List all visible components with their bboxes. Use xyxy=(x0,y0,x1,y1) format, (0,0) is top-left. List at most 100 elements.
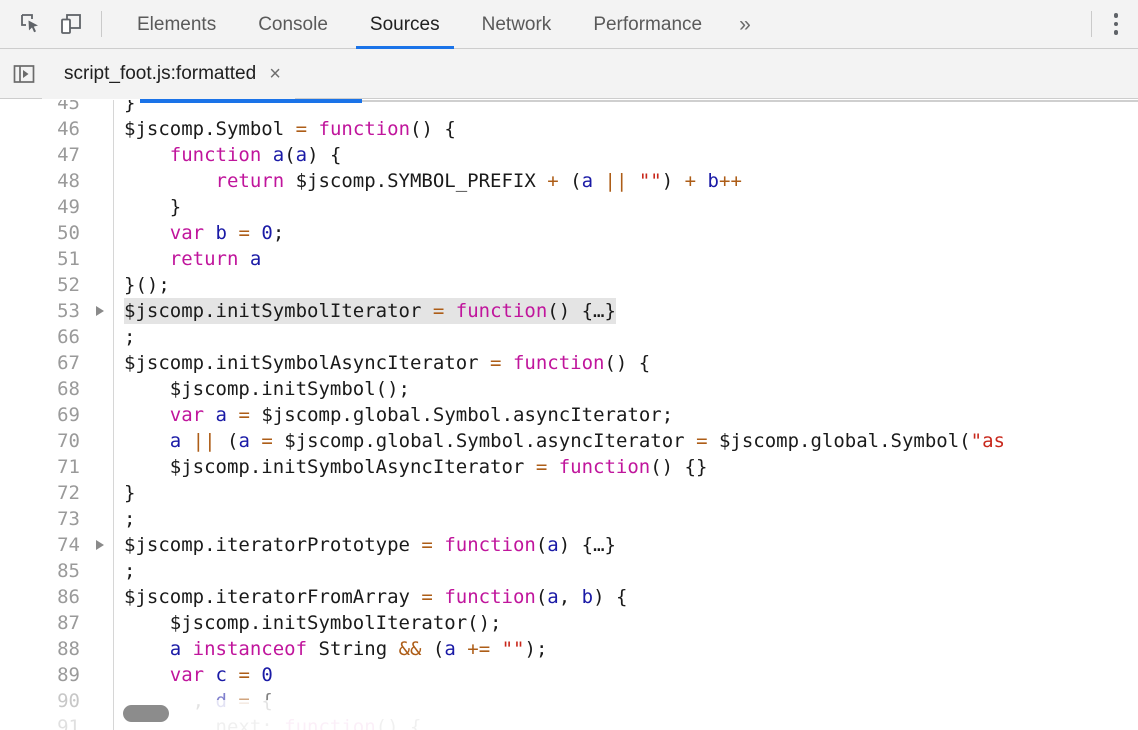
code-token: = xyxy=(421,534,432,556)
code-line[interactable]: 69 var a = $jscomp.global.Symbol.asyncIt… xyxy=(0,402,1138,428)
code-line-text: $jscomp.initSymbolIterator = function() … xyxy=(112,298,1138,324)
fold-marker-empty xyxy=(90,402,112,428)
code-token xyxy=(124,638,170,660)
code-line[interactable]: 52 }(); xyxy=(0,272,1138,298)
line-number[interactable]: 51 xyxy=(0,246,90,272)
code-line-text: ; xyxy=(112,558,1138,584)
line-number[interactable]: 66 xyxy=(0,324,90,350)
line-number[interactable]: 48 xyxy=(0,168,90,194)
fold-expand-icon[interactable] xyxy=(90,298,112,324)
code-line[interactable]: 66; xyxy=(0,324,1138,350)
line-number[interactable]: 68 xyxy=(0,376,90,402)
code-line-text: ; xyxy=(112,506,1138,532)
code-line-text: $jscomp.iteratorPrototype = function(a) … xyxy=(112,532,1138,558)
code-line[interactable]: 73; xyxy=(0,506,1138,532)
line-number[interactable]: 86 xyxy=(0,584,90,610)
code-token: var xyxy=(170,222,204,244)
code-line[interactable]: 48 return $jscomp.SYMBOL_PREFIX + (a || … xyxy=(0,168,1138,194)
code-token xyxy=(227,404,238,426)
fold-marker-empty xyxy=(90,100,112,116)
tab-elements[interactable]: Elements xyxy=(116,0,237,49)
code-token xyxy=(593,170,604,192)
code-line[interactable]: 74 $jscomp.iteratorPrototype = function(a… xyxy=(0,532,1138,558)
line-number[interactable]: 72 xyxy=(0,480,90,506)
close-icon[interactable]: × xyxy=(269,64,281,84)
tab-sources[interactable]: Sources xyxy=(349,0,461,49)
line-number[interactable]: 85 xyxy=(0,558,90,584)
inspect-element-icon[interactable] xyxy=(11,4,51,44)
line-number[interactable]: 69 xyxy=(0,402,90,428)
fold-expand-icon[interactable] xyxy=(90,532,112,558)
code-line[interactable]: 68 $jscomp.initSymbol(); xyxy=(0,376,1138,402)
code-token: return xyxy=(216,170,285,192)
horizontal-scrollbar-thumb[interactable] xyxy=(123,705,169,722)
code-line[interactable]: 71 $jscomp.initSymbolAsyncIterator = fun… xyxy=(0,454,1138,480)
code-line[interactable]: 85; xyxy=(0,558,1138,584)
fold-marker-empty xyxy=(90,428,112,454)
line-number[interactable]: 49 xyxy=(0,194,90,220)
line-number[interactable]: 45 xyxy=(0,100,90,116)
code-line[interactable]: 72} xyxy=(0,480,1138,506)
code-token: = xyxy=(261,430,272,452)
code-line[interactable]: 51 return a xyxy=(0,246,1138,272)
code-line[interactable]: 49 } xyxy=(0,194,1138,220)
line-number[interactable]: 74 xyxy=(0,532,90,558)
code-token: && xyxy=(399,638,422,660)
show-navigator-icon[interactable] xyxy=(6,49,42,99)
line-number[interactable]: 89 xyxy=(0,662,90,688)
line-number[interactable]: 73 xyxy=(0,506,90,532)
code-token: a xyxy=(170,430,181,452)
code-line-text: $jscomp.initSymbol(); xyxy=(112,376,1138,402)
code-line-text: var c = 0 xyxy=(112,662,1138,688)
code-token: , xyxy=(559,586,582,608)
tab-network[interactable]: Network xyxy=(461,0,573,49)
source-code-editor[interactable]: 45}46$jscomp.Symbol = function() {47 fun… xyxy=(0,100,1138,730)
line-number[interactable]: 47 xyxy=(0,142,90,168)
line-number[interactable]: 50 xyxy=(0,220,90,246)
code-token: }(); xyxy=(124,274,170,296)
code-line[interactable]: 87 $jscomp.initSymbolIterator(); xyxy=(0,610,1138,636)
line-number[interactable]: 91 xyxy=(0,714,90,730)
code-token: $jscomp.Symbol xyxy=(124,118,296,140)
code-line-text: $jscomp.initSymbolIterator(); xyxy=(112,610,1138,636)
code-token: } xyxy=(124,482,135,504)
line-number[interactable]: 71 xyxy=(0,454,90,480)
fold-marker-empty xyxy=(90,714,112,730)
line-number[interactable]: 90 xyxy=(0,688,90,714)
tab-console[interactable]: Console xyxy=(237,0,349,49)
code-line[interactable]: 47 function a(a) { xyxy=(0,142,1138,168)
line-number[interactable]: 70 xyxy=(0,428,90,454)
line-number[interactable]: 46 xyxy=(0,116,90,142)
line-number[interactable]: 67 xyxy=(0,350,90,376)
code-line[interactable]: 88 a instanceof String && (a += ""); xyxy=(0,636,1138,662)
line-number[interactable]: 88 xyxy=(0,636,90,662)
code-token: () { xyxy=(410,118,456,140)
code-token: += xyxy=(467,638,490,660)
more-tabs-icon[interactable]: » xyxy=(723,0,767,49)
device-toolbar-icon[interactable] xyxy=(51,4,91,44)
code-line[interactable]: 50 var b = 0; xyxy=(0,220,1138,246)
code-token: a xyxy=(216,404,227,426)
line-number[interactable]: 52 xyxy=(0,272,90,298)
code-line[interactable]: 67$jscomp.initSymbolAsyncIterator = func… xyxy=(0,350,1138,376)
code-token: $jscomp.iteratorFromArray xyxy=(124,586,421,608)
line-number[interactable]: 87 xyxy=(0,610,90,636)
code-line-text: return a xyxy=(112,246,1138,272)
horizontal-scrollbar-track[interactable] xyxy=(114,700,1138,730)
tab-performance[interactable]: Performance xyxy=(572,0,723,49)
main-menu-kebab-icon[interactable] xyxy=(1094,2,1138,46)
code-token xyxy=(307,118,318,140)
line-number[interactable]: 53 xyxy=(0,298,90,324)
code-line[interactable]: 53 $jscomp.initSymbolIterator = function(… xyxy=(0,298,1138,324)
code-line[interactable]: 89 var c = 0 xyxy=(0,662,1138,688)
code-line[interactable]: 86$jscomp.iteratorFromArray = function(a… xyxy=(0,584,1138,610)
code-token: = xyxy=(421,586,432,608)
code-line[interactable]: 46$jscomp.Symbol = function() { xyxy=(0,116,1138,142)
code-token: = xyxy=(238,404,249,426)
gutter-divider xyxy=(113,100,114,730)
code-token xyxy=(250,222,261,244)
code-token: a xyxy=(547,534,558,556)
code-line[interactable]: 70 a || (a = $jscomp.global.Symbol.async… xyxy=(0,428,1138,454)
fold-marker-empty xyxy=(90,116,112,142)
file-tab-script-foot[interactable]: script_foot.js:formatted × xyxy=(42,49,295,99)
